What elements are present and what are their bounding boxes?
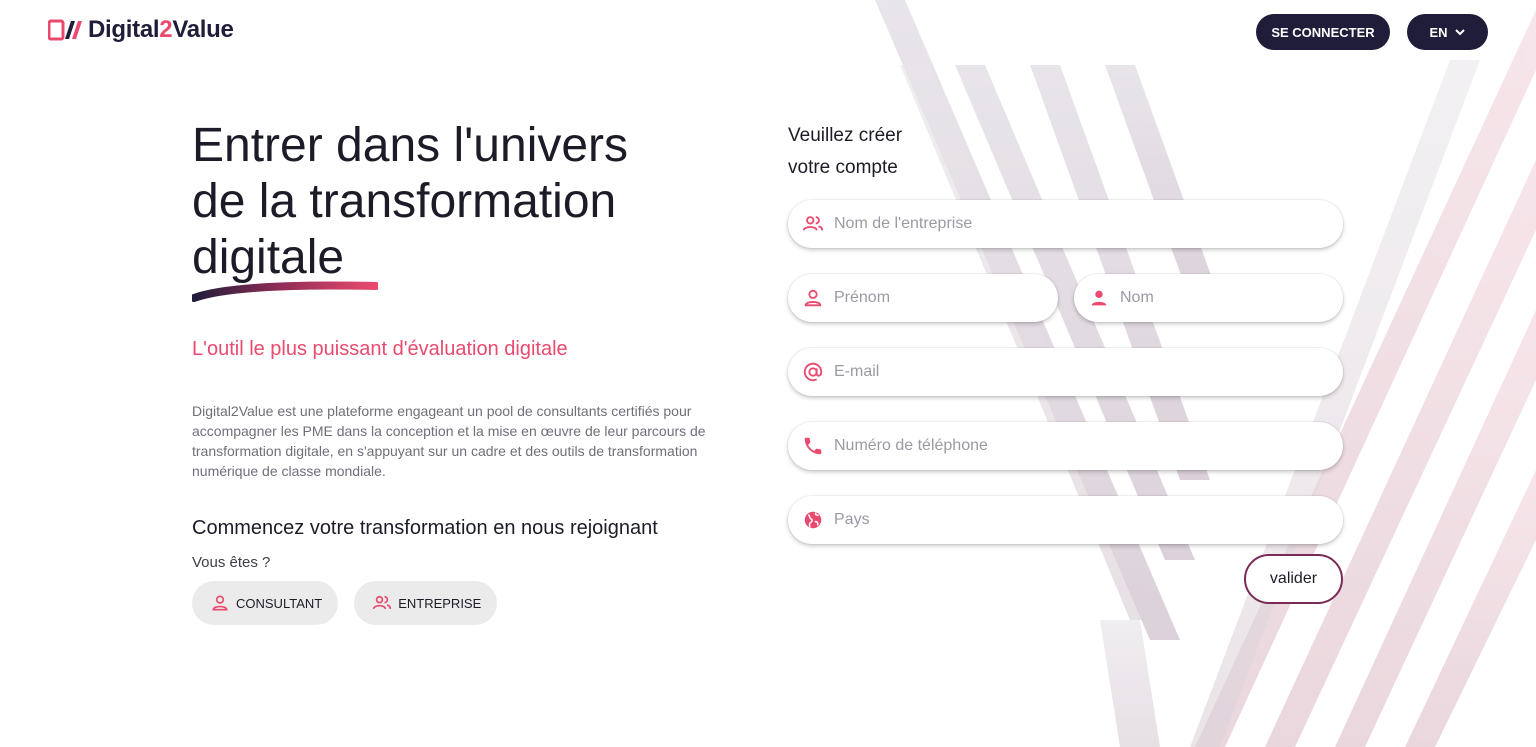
user-filled-icon [1091,290,1107,306]
company-name-input[interactable] [832,214,1343,234]
last-name-input[interactable] [1118,288,1343,308]
role-entreprise-label: ENTREPRISE [398,595,482,611]
role-entreprise-button[interactable]: ENTREPRISE [354,581,498,625]
underline-swoosh-icon [192,281,378,302]
phone-input[interactable] [832,436,1343,456]
signup-form: Veuillez créervotre compte valider [788,120,1344,604]
first-name-input[interactable] [832,288,1058,308]
brand-name: Digital2Value [88,16,234,43]
join-heading: Commencez votre transformation en nous r… [192,517,658,539]
role-options: CONSULTANT ENTREPRISE [192,581,752,625]
hero-line-1: Entrer dans l'univers [192,119,629,172]
users-icon [802,216,824,231]
phone-field [788,422,1343,470]
submit-button[interactable]: valider [1244,554,1343,604]
at-icon [803,362,823,382]
hero-title: Entrer dans l'univers de la transformati… [192,118,752,302]
email-input[interactable] [832,362,1343,382]
form-title: Veuillez créer votre compte [788,125,903,178]
platform-description: Digital2Value est une plateforme engagea… [192,403,706,479]
email-field [788,348,1343,396]
hero-line-3: digitale [192,230,378,302]
intro-section: Entrer dans l'univers de la transformati… [192,118,752,625]
users-icon [373,595,392,610]
first-name-field [788,274,1058,322]
country-input[interactable] [832,510,1343,530]
brand-logo[interactable]: Digital2Value [48,16,234,44]
login-button[interactable]: SE CONNECTER [1256,14,1390,50]
last-name-field [1074,274,1343,322]
globe-icon [804,511,822,529]
language-selector[interactable]: EN [1407,14,1488,50]
company-name-field [788,200,1343,248]
role-consultant-label: CONSULTANT [236,595,323,611]
tagline: L'outil le plus puissant d'évaluation di… [192,338,568,360]
language-label: EN [1429,24,1448,40]
user-icon [212,595,228,611]
phone-icon [804,437,822,455]
top-header: Digital2Value SE CONNECTER EN [0,0,1536,64]
user-outline-icon [804,289,822,307]
logo-mark-icon [48,19,82,41]
role-question: Vous êtes ? [192,554,271,571]
hero-line-2: de la transformation [192,175,617,228]
role-consultant-button[interactable]: CONSULTANT [192,581,339,625]
country-field [788,496,1343,544]
chevron-down-icon [1454,29,1465,36]
